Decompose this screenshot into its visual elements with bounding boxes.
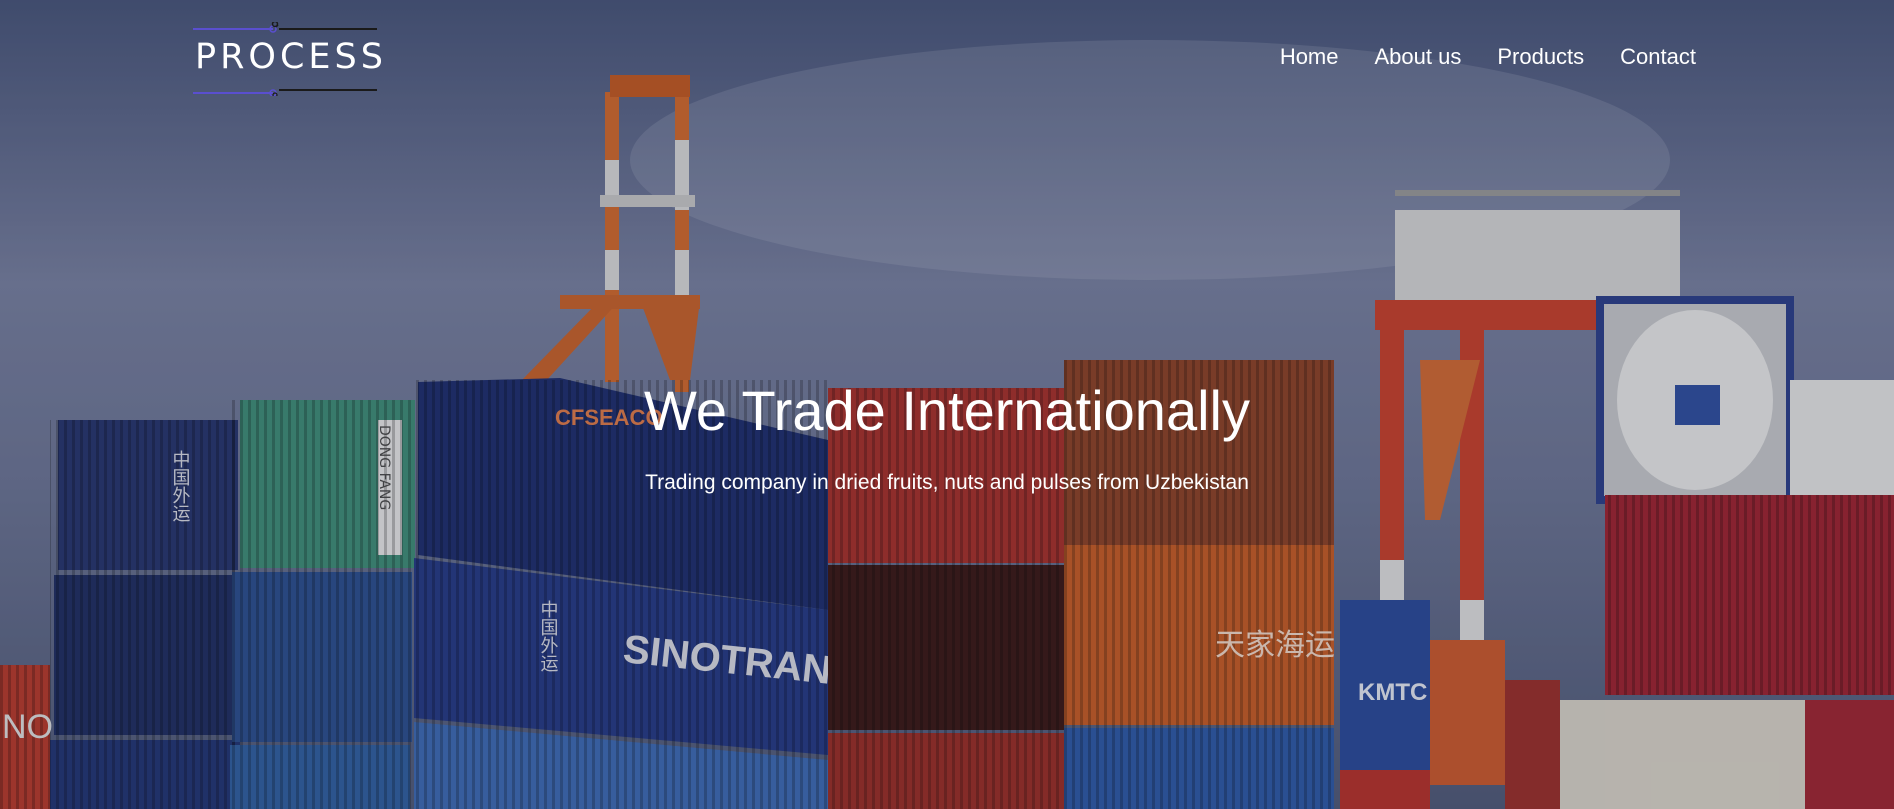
logo-text: PROCESS: [195, 37, 387, 77]
nav-home-link[interactable]: Home: [1280, 46, 1339, 68]
nav-products-link[interactable]: Products: [1497, 46, 1584, 68]
main-nav: Home About us Products Contact: [1280, 46, 1696, 68]
nav-contact-link[interactable]: Contact: [1620, 46, 1696, 68]
hero-section: CFSEACO SINOTRANS 中国外运 中国外运 DONG FANG NO…: [0, 0, 1894, 809]
hero-title: We Trade Internationally: [644, 379, 1250, 442]
hero-subtitle: Trading company in dried fruits, nuts an…: [645, 471, 1249, 494]
nav-about-link[interactable]: About us: [1375, 46, 1462, 68]
brand-logo[interactable]: PROCESS: [193, 22, 383, 96]
